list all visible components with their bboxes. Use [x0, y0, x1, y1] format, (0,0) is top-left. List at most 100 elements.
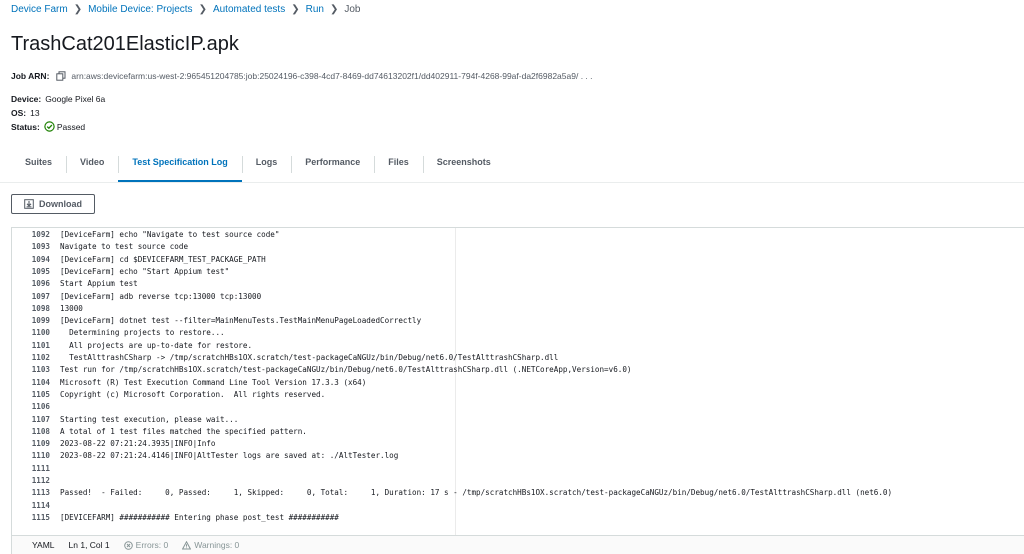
line-number: 1109 [31, 439, 50, 449]
line-number: 1108 [31, 426, 50, 436]
line-number: 1095 [31, 266, 50, 276]
line-number: 1098 [31, 303, 50, 313]
line-number: 1096 [31, 279, 50, 289]
device-label: Device: [11, 94, 42, 104]
line-text: Starting test execution, please wait... [60, 414, 239, 424]
log-line: 1093 Navigate to test source code [12, 241, 188, 253]
page-title: TrashCat201ElasticIP.apk [11, 33, 239, 55]
line-number: 1092 [31, 230, 50, 239]
line-text: [DeviceFarm] echo "Navigate to test sour… [60, 230, 280, 239]
line-text: 2023-08-22 07:21:24.4146|INFO|AltTester … [60, 451, 399, 461]
line-number: 1100 [31, 328, 50, 338]
job-arn-value: arn:aws:devicefarm:us-west-2:96545120478… [71, 71, 593, 81]
line-text: Copyright (c) Microsoft Corporation. All… [60, 389, 326, 399]
line-text: Determining projects to restore... [60, 328, 225, 338]
job-arn-label: Job ARN: [11, 71, 50, 81]
chevron-right-icon: ❯ [291, 4, 300, 15]
log-line: 1111 [12, 463, 60, 475]
breadcrumb-device-farm[interactable]: Device Farm [11, 4, 68, 15]
tab-test-specification-log[interactable]: Test Specification Log [118, 151, 243, 182]
line-number: 1094 [31, 254, 50, 264]
log-code-area[interactable]: 1092 [DeviceFarm] echo "Navigate to test … [12, 228, 1024, 536]
line-text: Passed! - Failed: 0, Passed: 1, Skipped:… [60, 488, 893, 498]
line-number: 1106 [31, 402, 50, 412]
line-number: 1111 [31, 463, 50, 473]
line-number: 1107 [31, 414, 50, 424]
line-text: 13000 [60, 303, 83, 313]
log-line: 1104 Microsoft (R) Test Execution Command… [12, 377, 367, 389]
status-label: Status: [11, 121, 40, 132]
check-circle-icon [44, 121, 55, 132]
download-button[interactable]: Download [11, 194, 95, 214]
log-line: 1114 [12, 500, 60, 512]
job-arn-row: Job ARN: arn:aws:devicefarm:us-west-2:96… [11, 71, 593, 81]
breadcrumb: Device Farm ❯ Mobile Device: Projects ❯ … [11, 4, 360, 15]
cursor-position: Ln 1, Col 1 [68, 540, 110, 550]
os-label: OS: [11, 108, 27, 118]
line-number: 1115 [31, 512, 50, 522]
log-line: 1103 Test run for /tmp/scratchHBs1OX.scra… [12, 364, 632, 376]
status-row: Status: Passed [11, 121, 85, 132]
tab-suites[interactable]: Suites [11, 151, 66, 182]
line-text: A total of 1 test files matched the spec… [60, 426, 307, 436]
line-number: 1103 [31, 365, 50, 375]
line-text: Test run for /tmp/scratchHBs1OX.scratch/… [60, 365, 632, 375]
chevron-right-icon: ❯ [198, 4, 207, 15]
error-icon [123, 540, 133, 550]
device-value: Google Pixel 6a [45, 94, 106, 104]
download-icon [24, 199, 34, 209]
errors-indicator[interactable]: Errors: 0 [123, 540, 169, 550]
breadcrumb-run[interactable]: Run [306, 4, 324, 15]
line-number: 1113 [31, 488, 50, 498]
log-line: 1106 [12, 401, 60, 413]
log-line: 1099 [DeviceFarm] dotnet test --filter=Ma… [12, 315, 421, 327]
line-number: 1112 [31, 476, 50, 485]
editor-status-bar: YAML Ln 1, Col 1 Errors: 0 Warnings: 0 [12, 535, 1024, 554]
warnings-indicator[interactable]: Warnings: 0 [182, 540, 239, 550]
os-value: 13 [30, 108, 40, 118]
log-line: 1096 Start Appium test [12, 278, 138, 290]
language-indicator: YAML [32, 540, 55, 550]
line-text: Start Appium test [60, 279, 138, 289]
tab-files[interactable]: Files [374, 151, 423, 182]
log-line: 1102 TestAlttrashCSharp -> /tmp/scratchH… [12, 352, 559, 364]
log-line: 1110 2023-08-22 07:21:24.4146|INFO|AltTes… [12, 450, 399, 462]
tab-video[interactable]: Video [66, 151, 118, 182]
line-text: Microsoft (R) Test Execution Command Lin… [60, 377, 367, 387]
line-text: [DeviceFarm] adb reverse tcp:13000 tcp:1… [60, 291, 262, 301]
os-row: OS: 13 [11, 108, 40, 118]
tab-performance[interactable]: Performance [291, 151, 374, 182]
status-value: Passed [56, 121, 86, 132]
log-line: 1098 13000 [12, 303, 83, 315]
log-line: 1109 2023-08-22 07:21:24.3935|INFO|Info [12, 438, 216, 450]
log-editor[interactable]: 1092 [DeviceFarm] echo "Navigate to test … [11, 227, 1024, 554]
log-line: 1094 [DeviceFarm] cd $DEVICEFARM_TEST_PAC… [12, 254, 266, 266]
breadcrumb-projects[interactable]: Mobile Device: Projects [88, 4, 192, 15]
line-number: 1101 [31, 340, 50, 350]
tab-divider [0, 182, 1024, 183]
log-line: 1105 Copyright (c) Microsoft Corporation.… [12, 389, 325, 401]
log-line: 1101 All projects are up-to-date for res… [12, 340, 252, 352]
log-line: 1107 Starting test execution, please wait… [12, 414, 239, 426]
breadcrumb-automated-tests[interactable]: Automated tests [213, 4, 285, 15]
tab-bar: Suites Video Test Specification Log Logs… [11, 151, 505, 182]
line-text: 2023-08-22 07:21:24.3935|INFO|Info [60, 439, 216, 449]
line-number: 1099 [31, 316, 50, 326]
warnings-count: Warnings: 0 [194, 540, 240, 550]
log-line: 1092 [DeviceFarm] echo "Navigate to test … [12, 229, 280, 241]
line-text: [DeviceFarm] echo "Start Appium test" [60, 266, 230, 276]
log-line: 1095 [DeviceFarm] echo "Start Appium test… [12, 266, 229, 278]
line-text: All projects are up-to-date for restore. [60, 340, 253, 350]
errors-count: Errors: 0 [135, 540, 169, 550]
line-text: [DEVICEFARM] ########### Entering phase … [60, 512, 339, 522]
copy-icon[interactable] [56, 71, 66, 81]
log-line: 1108 A total of 1 test files matched the … [12, 426, 307, 438]
log-line: 1097 [DeviceFarm] adb reverse tcp:13000 t… [12, 291, 261, 303]
log-line: 1115 [DEVICEFARM] ########### Entering ph… [12, 512, 339, 524]
tab-logs[interactable]: Logs [241, 151, 292, 182]
line-text: [DeviceFarm] dotnet test --filter=MainMe… [60, 316, 422, 326]
download-label: Download [39, 199, 82, 209]
tab-screenshots[interactable]: Screenshots [422, 151, 505, 182]
line-number: 1110 [31, 451, 50, 461]
line-number: 1102 [31, 353, 50, 362]
